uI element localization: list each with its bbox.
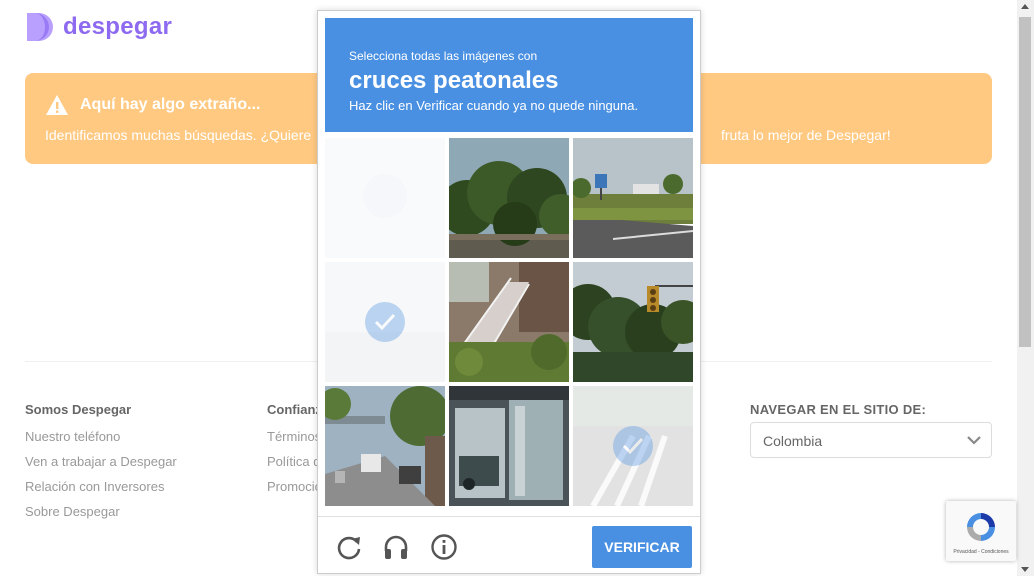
tile-image (573, 262, 693, 382)
image-tile[interactable] (573, 262, 693, 382)
footer-column-somos: Somos Despegar Nuestro teléfono Ven a tr… (25, 402, 177, 529)
country-select-value: Colombia (763, 433, 823, 449)
country-select[interactable]: Colombia (750, 422, 992, 458)
recaptcha-terms[interactable]: Privacidad - Condiciones (946, 549, 1016, 555)
image-tile[interactable] (573, 138, 693, 258)
challenge-header: Selecciona todas las imágenes con cruces… (325, 18, 693, 132)
challenge-instruction: Selecciona todas las imágenes con (349, 49, 538, 63)
tile-image (573, 138, 693, 258)
image-tile[interactable] (325, 386, 445, 506)
footer-link[interactable]: Promocio (267, 479, 317, 504)
image-tile[interactable] (449, 386, 569, 506)
footer-heading: Somos Despegar (25, 402, 132, 417)
alert-body-end: fruta lo mejor de Despegar! (721, 127, 891, 143)
footer-link[interactable]: Nuestro teléfono (25, 429, 177, 454)
navigate-site-section: NAVEGAR EN EL SITIO DE: (750, 402, 926, 417)
footer-link[interactable]: Términos (267, 429, 317, 454)
image-tile[interactable] (325, 138, 445, 258)
headphones-icon[interactable] (382, 533, 410, 561)
tile-image (449, 386, 569, 506)
image-tile[interactable] (449, 262, 569, 382)
reload-icon[interactable] (335, 533, 363, 561)
image-tile[interactable] (449, 138, 569, 258)
image-tile[interactable] (325, 262, 445, 382)
tile-image (325, 138, 445, 258)
tile-image (449, 138, 569, 258)
page-scrollbar[interactable] (1017, 0, 1034, 576)
recaptcha-logo-icon (967, 513, 995, 541)
footer-link[interactable]: Relación con Inversores (25, 479, 177, 504)
alert-title: Aquí hay algo extraño... (80, 96, 261, 113)
despegar-logo[interactable]: despegar (25, 11, 172, 43)
challenge-hint: Haz clic en Verificar cuando ya no quede… (349, 98, 639, 113)
footer-heading: Confianz (267, 402, 317, 417)
footer-link[interactable]: Sobre Despegar (25, 504, 177, 529)
info-icon[interactable] (430, 533, 458, 561)
recaptcha-challenge: Selecciona todas las imágenes con cruces… (317, 10, 701, 574)
logo-text: despegar (63, 13, 173, 40)
scroll-down-arrow-icon[interactable] (1021, 567, 1029, 572)
verify-button[interactable]: VERIFICAR (592, 526, 692, 568)
challenge-target: cruces peatonales (349, 67, 559, 94)
alert-body: Identificamos muchas búsquedas. ¿Quiere … (45, 127, 891, 143)
chevron-down-icon (967, 436, 981, 445)
selected-check-icon (613, 426, 653, 466)
logo-mark-icon (25, 11, 57, 43)
footer-link[interactable]: Política d (267, 454, 317, 479)
image-grid (325, 138, 693, 506)
selected-check-icon (365, 302, 405, 342)
alert-title-row: Aquí hay algo extraño... (45, 94, 260, 116)
challenge-footer: VERIFICAR (318, 516, 700, 574)
tile-image (449, 262, 569, 382)
image-tile[interactable] (573, 386, 693, 506)
tile-image (325, 386, 445, 506)
footer-link[interactable]: Ven a trabajar a Despegar (25, 454, 177, 479)
alert-body-start: Identificamos muchas búsquedas. ¿Quiere (45, 127, 312, 143)
recaptcha-badge[interactable]: Privacidad - Condiciones (946, 501, 1016, 561)
scroll-up-arrow-icon[interactable] (1021, 4, 1029, 9)
scroll-thumb[interactable] (1019, 17, 1031, 347)
navigate-site-heading: NAVEGAR EN EL SITIO DE: (750, 402, 927, 417)
footer-column-confianza: Confianz Términos Política d Promocio (267, 402, 317, 504)
warning-icon (46, 95, 68, 115)
